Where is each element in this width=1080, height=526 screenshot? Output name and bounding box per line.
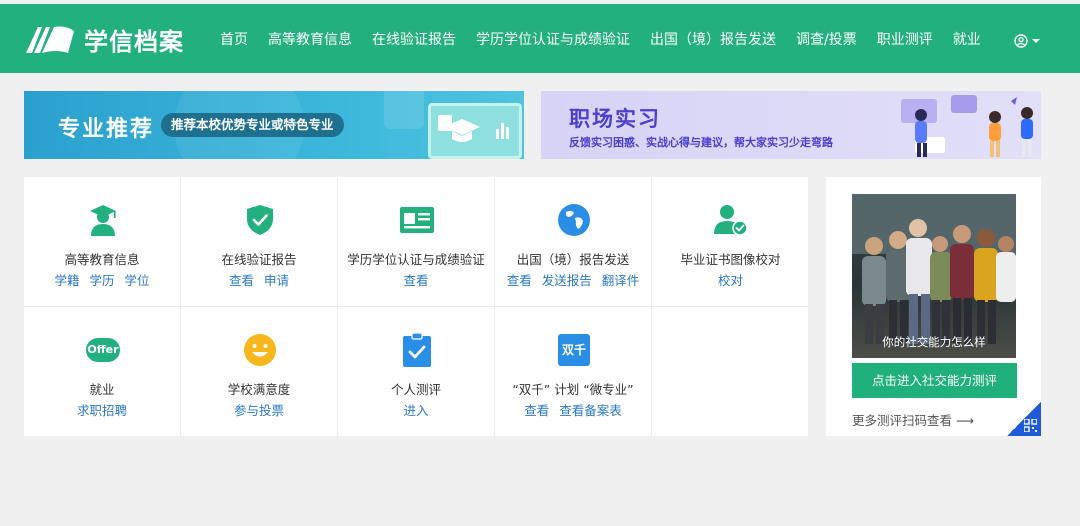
link-student-status[interactable]: 学籍	[54, 273, 79, 288]
link-enter[interactable]: 进入	[403, 403, 428, 418]
offer-badge: Offer	[86, 338, 120, 362]
nav-career-assessment[interactable]: 职业测评	[877, 29, 933, 49]
id-card-icon	[400, 203, 434, 237]
service-title: 学历学位认证与成绩验证	[347, 252, 485, 267]
service-personal-assessment: 个人测评 进入	[338, 307, 495, 437]
qr-code-corner[interactable]	[1007, 402, 1041, 436]
service-certificate-proofread: 毕业证书图像校对 校对	[652, 177, 809, 307]
clipboard-check-icon	[400, 333, 434, 367]
smiley-icon	[243, 333, 277, 367]
shuangqian-icon: 双千	[557, 333, 591, 367]
link-proofread[interactable]: 校对	[718, 273, 743, 288]
service-overseas-report: 出国（境）报告发送 查看 发送报告 翻译件	[495, 177, 652, 307]
graduation-cap-icon	[438, 115, 509, 142]
logo-text: 学信档案	[84, 27, 184, 56]
link-apply[interactable]: 申请	[264, 273, 289, 288]
service-title: 毕业证书图像校对	[680, 252, 781, 267]
service-links: 求职招聘	[24, 400, 180, 419]
service-links: 查看 发送报告 翻译件	[495, 270, 651, 289]
link-view[interactable]: 查看	[229, 273, 254, 288]
banner-title: 专业推荐	[58, 117, 155, 142]
main-nav: 首页 高等教育信息 在线验证报告 学历学位认证与成绩验证 出国（境）报告发送 调…	[220, 4, 1001, 73]
banner-major-recommendation[interactable]: 专业推荐 推荐本校优势专业或特色专业	[24, 91, 524, 159]
link-vote[interactable]: 参与投票	[234, 403, 284, 418]
qr-code-icon	[1024, 419, 1037, 432]
link-degree[interactable]: 学位	[125, 273, 150, 288]
banner-internship[interactable]: 职场实习 反馈实习困惑、实战心得与建议，帮大家实习少走弯路	[541, 91, 1041, 159]
shuangqian-badge: 双千	[558, 334, 590, 366]
services-panel: 高等教育信息 学籍 学历 学位 在线验证报告 查看 申请 学历学位认证与成绩验证…	[24, 177, 809, 437]
nav-overseas-report[interactable]: 出国（境）报告发送	[650, 29, 776, 49]
service-title: 学校满意度	[227, 382, 291, 397]
nav-degree-certification[interactable]: 学历学位认证与成绩验证	[476, 29, 630, 49]
shield-check-icon	[243, 203, 277, 237]
service-title: 出国（境）报告发送	[516, 252, 630, 267]
service-links: 查看 申请	[181, 270, 337, 289]
logo-book-icon	[26, 26, 74, 53]
social-ability-test-button[interactable]: 点击进入社交能力测评	[852, 363, 1017, 398]
nav-higher-education[interactable]: 高等教育信息	[268, 29, 352, 49]
more-tests-link[interactable]: 更多测评扫码查看 ⟶	[852, 410, 974, 429]
service-links: 查看	[338, 270, 494, 289]
service-higher-education: 高等教育信息 学籍 学历 学位	[24, 177, 181, 307]
service-degree-certification: 学历学位认证与成绩验证 查看	[338, 177, 495, 307]
nav-employment[interactable]: 就业	[953, 29, 981, 49]
link-view[interactable]: 查看	[403, 273, 428, 288]
link-send-report[interactable]: 发送报告	[542, 273, 592, 288]
photo-caption: 你的社交能力怎么样	[882, 335, 986, 349]
service-school-satisfaction: 学校满意度 参与投票	[181, 307, 338, 437]
service-links: 学籍 学历 学位	[24, 270, 180, 289]
link-job-search[interactable]: 求职招聘	[77, 403, 127, 418]
user-check-icon	[714, 203, 748, 237]
banner-subtitle: 推荐本校优势专业或特色专业	[161, 113, 344, 137]
link-translation[interactable]: 翻译件	[602, 273, 640, 288]
social-ability-photo[interactable]: 你的社交能力怎么样	[852, 194, 1016, 358]
link-view[interactable]: 查看	[524, 403, 549, 418]
service-title: “双千” 计划 “微专业”	[512, 382, 634, 397]
link-view-filing[interactable]: 查看备案表	[559, 403, 622, 418]
people-illustration	[901, 95, 1033, 157]
user-menu[interactable]	[1014, 34, 1040, 48]
service-title: 高等教育信息	[64, 252, 140, 267]
service-title: 在线验证报告	[221, 252, 297, 267]
service-title: 个人测评	[390, 382, 441, 397]
nav-survey-vote[interactable]: 调查/投票	[796, 29, 857, 49]
service-links: 参与投票	[181, 400, 337, 419]
nav-online-verification[interactable]: 在线验证报告	[372, 29, 456, 49]
site-logo[interactable]: 学信档案	[24, 22, 184, 56]
link-education-record[interactable]: 学历	[89, 273, 114, 288]
user-circle-icon	[1014, 34, 1028, 48]
offer-icon: Offer	[86, 333, 120, 367]
service-online-verification: 在线验证报告 查看 申请	[181, 177, 338, 307]
service-links: 校对	[652, 270, 809, 289]
banner-subtitle: 反馈实习困惑、实战心得与建议，帮大家实习少走弯路	[569, 136, 833, 149]
chevron-down-icon	[1032, 39, 1040, 43]
service-links: 查看 查看备案表	[495, 400, 651, 419]
service-employment: Offer 就业 求职招聘	[24, 307, 181, 437]
empty-cell	[652, 307, 809, 437]
top-navbar: 学信档案 首页 高等教育信息 在线验证报告 学历学位认证与成绩验证 出国（境）报…	[0, 4, 1080, 73]
banner-title: 职场实习	[569, 107, 661, 131]
service-links: 进入	[338, 400, 494, 419]
link-view[interactable]: 查看	[507, 273, 532, 288]
nav-home[interactable]: 首页	[220, 29, 248, 49]
graduate-icon	[86, 203, 120, 237]
social-ability-card: 你的社交能力怎么样 点击进入社交能力测评 更多测评扫码查看 ⟶	[826, 177, 1041, 436]
service-title: 就业	[89, 382, 115, 397]
service-double-thousand: 双千 “双千” 计划 “微专业” 查看 查看备案表	[495, 307, 652, 437]
globe-icon	[557, 203, 591, 237]
